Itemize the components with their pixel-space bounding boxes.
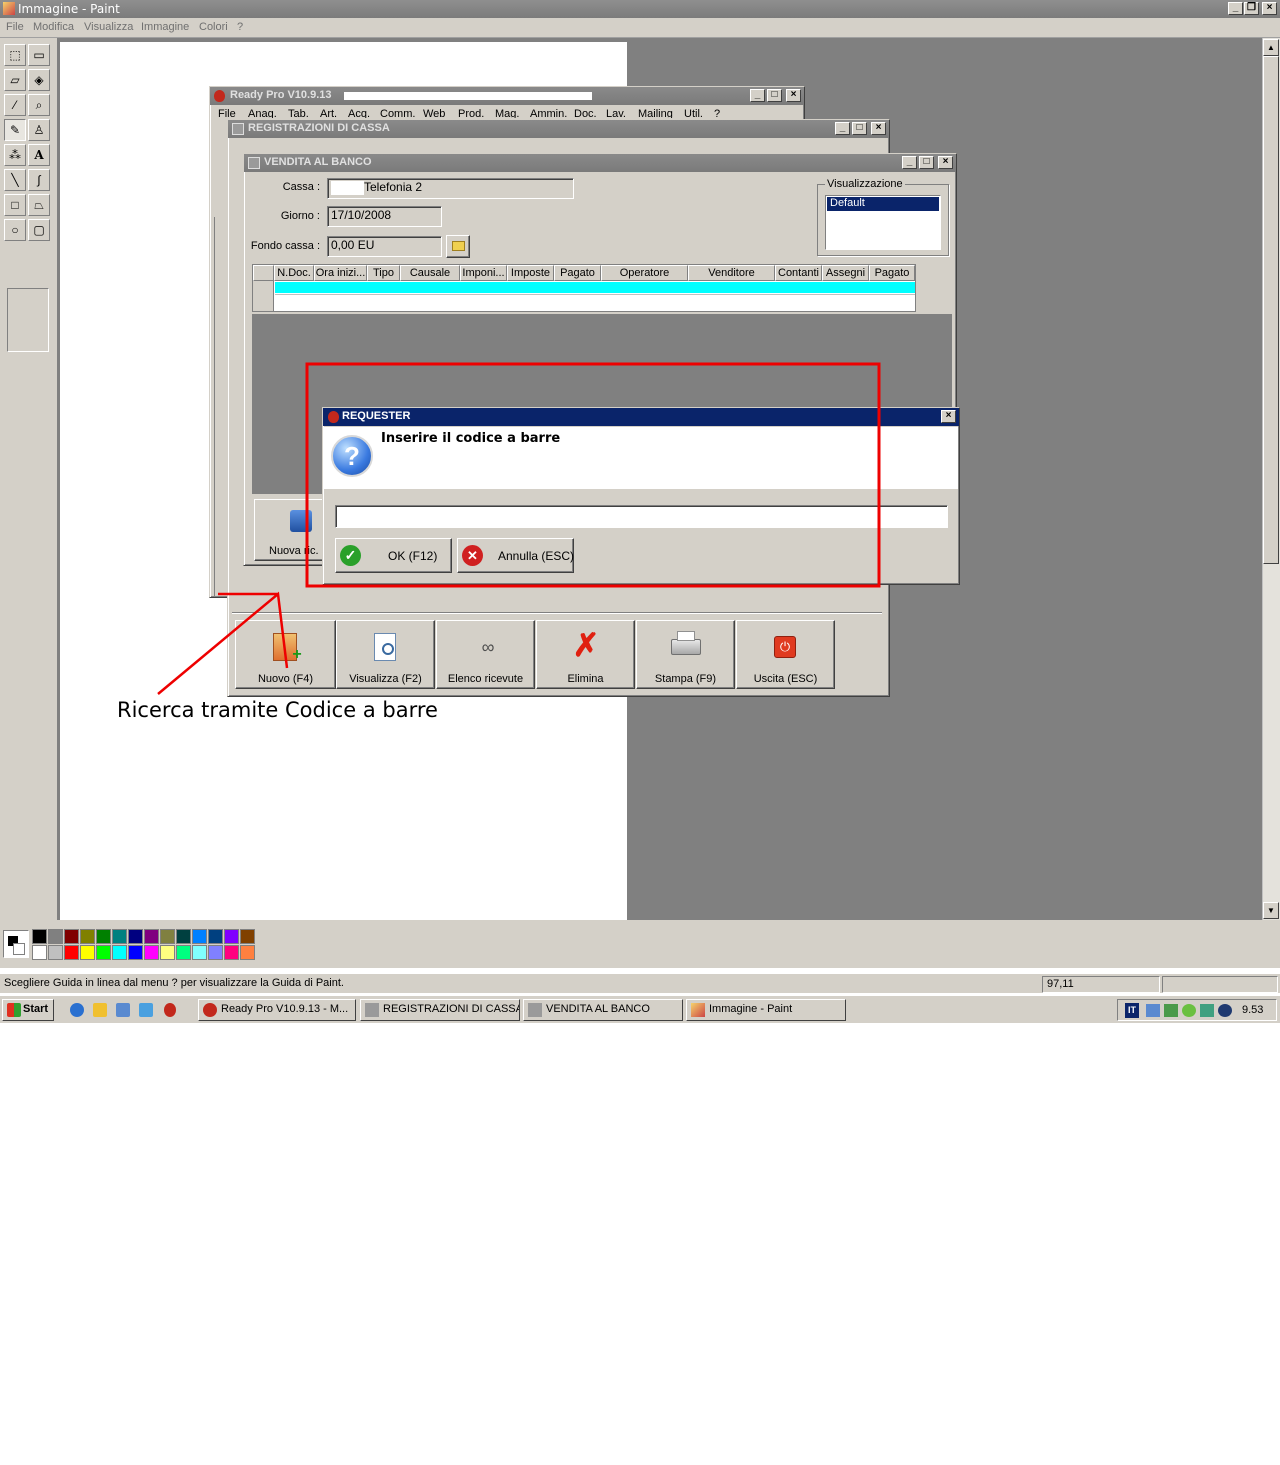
color-palette: [0, 920, 1280, 968]
palette-swatch[interactable]: [48, 945, 63, 960]
palette-swatch[interactable]: [64, 929, 79, 944]
palette-swatch[interactable]: [176, 945, 191, 960]
palette-swatch[interactable]: [112, 929, 127, 944]
palette-swatch[interactable]: [64, 945, 79, 960]
annotation-red-box: [305, 362, 881, 588]
quicklaunch-desktop-icon[interactable]: [116, 1003, 130, 1017]
annotation-text: Ricerca tramite Codice a barre: [117, 698, 438, 722]
windows-taskbar: Start Ready Pro V10.9.13 - M... REGISTRA…: [0, 995, 1280, 1023]
palette-swatch[interactable]: [80, 945, 95, 960]
palette-swatch[interactable]: [48, 929, 63, 944]
task-paint[interactable]: Immagine - Paint: [686, 999, 846, 1021]
quicklaunch-outlook-icon[interactable]: [93, 1003, 107, 1017]
palette-swatch[interactable]: [32, 945, 47, 960]
palette-swatch[interactable]: [208, 929, 223, 944]
palette-swatch[interactable]: [160, 929, 175, 944]
palette-swatch[interactable]: [96, 929, 111, 944]
palette-swatch[interactable]: [240, 945, 255, 960]
palette-swatch[interactable]: [144, 929, 159, 944]
palette-swatch[interactable]: [192, 929, 207, 944]
annotation-arrow: [157, 591, 289, 695]
palette-swatch[interactable]: [32, 929, 47, 944]
task-registrazioni-icon: [365, 1003, 379, 1017]
palette-swatch[interactable]: [160, 945, 175, 960]
palette-swatch[interactable]: [224, 929, 239, 944]
palette-swatch[interactable]: [96, 945, 111, 960]
quicklaunch-readypro-icon[interactable]: [164, 1003, 176, 1017]
system-tray: IT 9.53: [1117, 999, 1277, 1021]
tray-sync-icon[interactable]: [1164, 1004, 1178, 1017]
palette-swatch[interactable]: [128, 945, 143, 960]
task-registrazioni[interactable]: REGISTRAZIONI DI CASSA: [360, 999, 520, 1021]
status-size: [1162, 976, 1278, 993]
palette-swatch[interactable]: [144, 945, 159, 960]
palette-swatch[interactable]: [128, 929, 143, 944]
tray-security-icon[interactable]: [1182, 1004, 1196, 1017]
task-vendita[interactable]: VENDITA AL BANCO: [523, 999, 683, 1021]
language-indicator[interactable]: IT: [1125, 1003, 1139, 1018]
palette-swatch[interactable]: [192, 945, 207, 960]
windows-logo-icon: [7, 1003, 21, 1017]
task-readypro-icon: [203, 1003, 217, 1017]
tray-network-icon[interactable]: [1146, 1004, 1160, 1017]
quicklaunch-ie-icon[interactable]: [70, 1003, 84, 1017]
palette-swatch[interactable]: [80, 929, 95, 944]
status-help-text: Scegliere Guida in linea dal menu ? per …: [4, 977, 344, 989]
start-button[interactable]: Start: [2, 999, 54, 1021]
task-readypro[interactable]: Ready Pro V10.9.13 - M...: [198, 999, 356, 1021]
status-coords: 97,11: [1042, 976, 1160, 993]
annotation-overlay: [157, 362, 881, 695]
paint-status-bar: Scegliere Guida in linea dal menu ? per …: [0, 973, 1280, 993]
palette-swatch[interactable]: [208, 945, 223, 960]
palette-swatch[interactable]: [176, 929, 191, 944]
task-paint-icon: [691, 1003, 705, 1017]
current-colors[interactable]: [3, 930, 29, 958]
clock: 9.53: [1242, 1004, 1264, 1016]
background-color: [13, 943, 25, 955]
quicklaunch-sync-icon[interactable]: [139, 1003, 153, 1017]
palette-swatch[interactable]: [240, 929, 255, 944]
tray-globe-icon[interactable]: [1218, 1004, 1232, 1017]
palette-swatch[interactable]: [224, 945, 239, 960]
task-vendita-icon: [528, 1003, 542, 1017]
tray-messenger-icon[interactable]: [1200, 1004, 1214, 1017]
palette-swatch[interactable]: [112, 945, 127, 960]
